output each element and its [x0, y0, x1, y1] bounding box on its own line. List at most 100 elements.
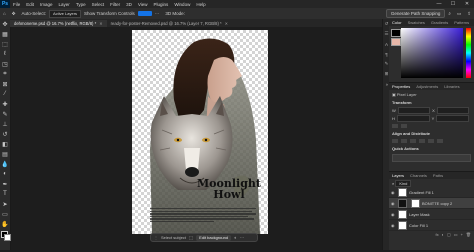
- tab-patterns[interactable]: Patterns: [451, 20, 472, 25]
- pen-tool-icon[interactable]: ✒: [0, 179, 10, 189]
- add-mask-icon[interactable]: ▢: [447, 232, 451, 237]
- menu-type[interactable]: Type: [73, 2, 89, 7]
- close-icon[interactable]: ✕: [225, 20, 228, 27]
- path-snapping-button[interactable]: Generate Path Snapping: [385, 9, 446, 18]
- tab-properties[interactable]: Properties: [389, 84, 413, 89]
- menu-edit[interactable]: Edit: [23, 2, 37, 7]
- adjustment-layer-icon[interactable]: ◐: [442, 232, 444, 237]
- search-icon[interactable]: ⌕: [445, 11, 454, 16]
- new-layer-icon[interactable]: +: [461, 232, 463, 237]
- tab-channels[interactable]: Channels: [407, 173, 430, 178]
- more-icon[interactable]: ···: [240, 235, 245, 240]
- tab-layers[interactable]: Layers: [389, 173, 407, 178]
- quick-action-button[interactable]: [392, 154, 471, 162]
- tab-gradients[interactable]: Gradients: [428, 20, 451, 25]
- document-tab[interactable]: dehmoneme.psd @ 16.7% (netflix, RGB/8) *…: [10, 20, 107, 27]
- photoshop-logo[interactable]: Ps: [0, 0, 10, 8]
- x-field[interactable]: [436, 106, 470, 114]
- workspace-icon[interactable]: ▭: [454, 11, 464, 17]
- crop-tool-icon[interactable]: ⌗: [0, 69, 10, 79]
- menu-help[interactable]: Help: [193, 2, 208, 7]
- layer-row[interactable]: ◉ Gradient Fill 1: [389, 187, 474, 198]
- eyedropper-tool-icon[interactable]: ⁄: [0, 89, 10, 99]
- tab-libraries[interactable]: Libraries: [441, 84, 462, 89]
- align-middle-icon[interactable]: [428, 138, 434, 143]
- layer-kind-filter[interactable]: Kind: [395, 179, 412, 187]
- menu-image[interactable]: Image: [37, 2, 56, 7]
- hue-slider[interactable]: [466, 28, 471, 78]
- menu-view[interactable]: View: [135, 2, 151, 7]
- fx-icon[interactable]: fx: [435, 232, 438, 237]
- dodge-tool-icon[interactable]: ◐: [0, 169, 10, 179]
- share-icon[interactable]: ⇪: [464, 11, 474, 17]
- group-icon[interactable]: ▭: [454, 232, 458, 237]
- gradient-tool-icon[interactable]: ▤: [0, 149, 10, 159]
- align-header[interactable]: Align and Distribute: [389, 129, 474, 137]
- layer-row[interactable]: ◉ BONITTE copy 2: [389, 198, 474, 209]
- tab-adjustments[interactable]: Adjustments: [413, 84, 441, 89]
- close-icon[interactable]: ✕: [99, 20, 102, 27]
- align-center-icon[interactable]: [401, 138, 407, 143]
- y-field[interactable]: [436, 114, 469, 122]
- home-icon[interactable]: ⌂: [0, 11, 9, 16]
- maximize-button[interactable]: ☐: [446, 1, 460, 7]
- lasso-tool-icon[interactable]: ℓ: [0, 49, 10, 59]
- visibility-eye-icon[interactable]: ◉: [391, 212, 396, 217]
- foreground-swatch[interactable]: [391, 29, 401, 37]
- menu-3d[interactable]: 3D: [123, 2, 135, 7]
- background-swatch[interactable]: [391, 38, 401, 46]
- minimize-button[interactable]: —: [432, 1, 446, 7]
- visibility-eye-icon[interactable]: ◉: [391, 201, 396, 206]
- layer-row[interactable]: ◉ Layer Mask: [389, 209, 474, 220]
- brush-tool-icon[interactable]: ✎: [0, 109, 10, 119]
- marquee-tool-icon[interactable]: ⬚: [0, 39, 10, 49]
- mask-icon[interactable]: ◐: [234, 235, 237, 240]
- drag-handle-icon[interactable]: ⋮: [154, 235, 158, 240]
- color-picker-field[interactable]: [401, 28, 463, 78]
- flip-h-icon[interactable]: [392, 123, 398, 128]
- menu-file[interactable]: File: [10, 2, 23, 7]
- align-buttons[interactable]: [137, 11, 152, 16]
- artboard-tool-icon[interactable]: ▦: [0, 29, 10, 39]
- history-brush-icon[interactable]: ↺: [0, 129, 10, 139]
- layer-mask-thumbnail[interactable]: [411, 198, 420, 208]
- move-tool-icon[interactable]: ✥: [0, 19, 10, 29]
- background-color-swatch[interactable]: [4, 234, 11, 241]
- menu-select[interactable]: Select: [89, 2, 108, 7]
- move-tool-icon[interactable]: ✥: [9, 11, 19, 17]
- select-subject-button[interactable]: Select subject: [161, 235, 186, 240]
- trash-icon[interactable]: 🗑: [466, 232, 471, 237]
- auto-select-dropdown[interactable]: Active Layers: [49, 9, 82, 18]
- selection-icon[interactable]: ⬚: [189, 235, 193, 241]
- transform-header[interactable]: Transform: [389, 98, 474, 106]
- align-right-icon[interactable]: [410, 138, 416, 143]
- hand-tool-icon[interactable]: ✋: [0, 219, 10, 229]
- frame-tool-icon[interactable]: ⊠: [0, 79, 10, 89]
- tab-swatches[interactable]: Swatches: [405, 20, 428, 25]
- healing-brush-icon[interactable]: ✚: [0, 99, 10, 109]
- align-left-icon[interactable]: [392, 138, 398, 143]
- align-bottom-icon[interactable]: [437, 138, 443, 143]
- document-tab[interactable]: ready-for-poster-Removed.psd @ 16.7% (La…: [107, 20, 232, 27]
- menu-layer[interactable]: Layer: [56, 2, 73, 7]
- more-options-icon[interactable]: ···: [152, 11, 163, 16]
- tab-color[interactable]: Color: [389, 20, 405, 25]
- type-tool-icon[interactable]: T: [0, 189, 10, 199]
- tab-paths[interactable]: Paths: [430, 173, 446, 178]
- layer-row[interactable]: ◉ Color Fill 1: [389, 220, 474, 231]
- menu-filter[interactable]: Filter: [107, 2, 123, 7]
- menu-window[interactable]: Window: [171, 2, 193, 7]
- menu-plugins[interactable]: Plugins: [151, 2, 172, 7]
- flip-v-icon[interactable]: [401, 123, 407, 128]
- clone-stamp-icon[interactable]: ⊥: [0, 119, 10, 129]
- height-field[interactable]: [396, 114, 430, 122]
- blur-tool-icon[interactable]: 💧: [0, 159, 10, 169]
- document-canvas[interactable]: Moonlight Howl: [132, 30, 268, 234]
- align-top-icon[interactable]: [419, 138, 425, 143]
- object-select-tool-icon[interactable]: ◳: [0, 59, 10, 69]
- path-select-icon[interactable]: ➤: [0, 199, 10, 209]
- visibility-eye-icon[interactable]: ◉: [391, 190, 396, 195]
- visibility-eye-icon[interactable]: ◉: [391, 223, 396, 228]
- eraser-tool-icon[interactable]: ◧: [0, 139, 10, 149]
- width-field[interactable]: [397, 106, 431, 114]
